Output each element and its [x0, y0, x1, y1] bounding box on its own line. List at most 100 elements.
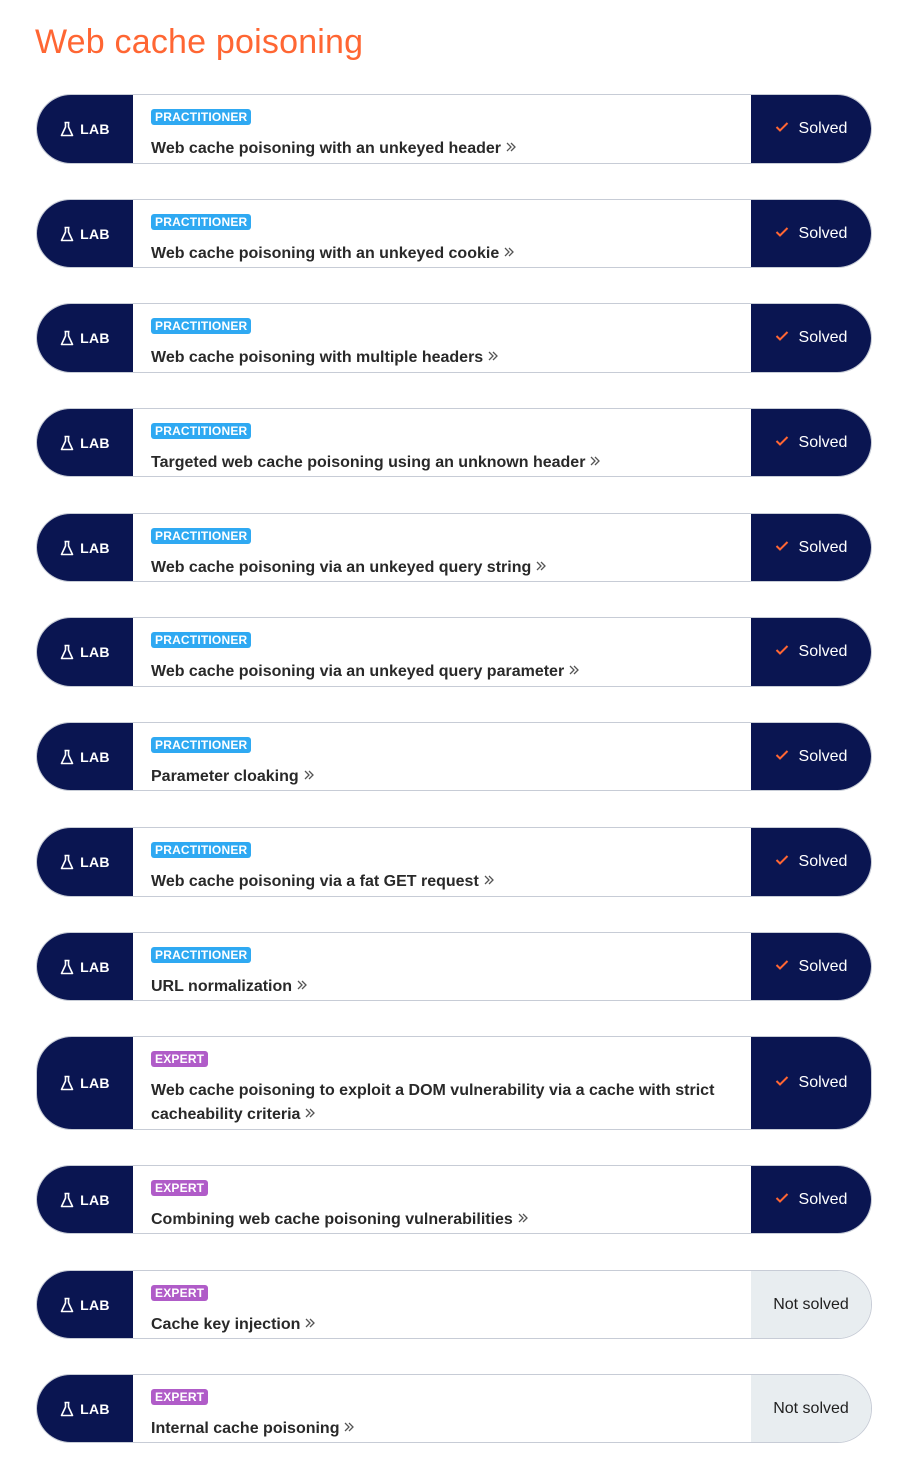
flask-icon — [60, 435, 74, 451]
status-label: Solved — [798, 643, 848, 660]
double-chevron-right-icon[interactable] — [304, 1103, 316, 1127]
lab-title-wrap: Cache key injection — [151, 1313, 733, 1337]
level-tag: EXPERT — [151, 1051, 209, 1067]
double-chevron-right-icon[interactable] — [296, 975, 308, 999]
level-tag: PRACTITIONER — [151, 947, 252, 963]
lab-badge: LAB — [37, 1166, 133, 1233]
lab-row: LAB PRACTITIONER Web cache poisoning wit… — [36, 199, 872, 268]
lab-badge-label: LAB — [80, 225, 110, 242]
status-label: Solved — [798, 853, 848, 870]
double-chevron-right-icon[interactable] — [487, 346, 499, 370]
lab-badge: LAB — [37, 95, 133, 163]
status-not-solved: Not solved — [751, 1271, 871, 1338]
lab-title-wrap: Parameter cloaking — [151, 765, 733, 789]
double-chevron-right-icon[interactable] — [503, 242, 515, 266]
flask-icon — [60, 854, 74, 870]
flask-icon — [60, 226, 74, 242]
checkmark-icon — [775, 958, 789, 976]
lab-body: EXPERT Internal cache poisoning — [133, 1375, 751, 1442]
lab-title-wrap: Web cache poisoning via a fat GET reques… — [151, 870, 733, 894]
lab-badge: LAB — [37, 933, 133, 1000]
level-tag: PRACTITIONER — [151, 842, 252, 858]
lab-badge: LAB — [37, 200, 133, 267]
lab-badge-label: LAB — [80, 644, 110, 660]
status-solved: Solved — [751, 1166, 871, 1233]
lab-body: PRACTITIONER Parameter cloaking — [133, 723, 751, 790]
lab-title-link[interactable]: Web cache poisoning with an unkeyed head… — [151, 140, 501, 157]
lab-title-link[interactable]: Combining web cache poisoning vulnerabil… — [151, 1211, 513, 1228]
double-chevron-right-icon[interactable] — [304, 1313, 316, 1337]
lab-row: LAB EXPERT Web cache poisoning to exploi… — [36, 1036, 872, 1130]
lab-row: LAB EXPERT Internal cache poisoning Not … — [36, 1374, 872, 1443]
lab-title-wrap: Web cache poisoning via an unkeyed query… — [151, 660, 733, 684]
lab-row: LAB PRACTITIONER Web cache poisoning via… — [36, 827, 872, 897]
level-tag: PRACTITIONER — [151, 632, 252, 648]
lab-badge-label: LAB — [80, 434, 110, 451]
checkmark-icon — [775, 748, 789, 766]
lab-badge: LAB — [37, 1037, 133, 1129]
lab-body: PRACTITIONER Targeted web cache poisonin… — [133, 409, 751, 476]
lab-body: PRACTITIONER URL normalization — [133, 933, 751, 1000]
lab-title-link[interactable]: Web cache poisoning via an unkeyed query… — [151, 559, 531, 576]
flask-icon — [60, 540, 74, 556]
lab-badge: LAB — [37, 1271, 133, 1338]
flask-icon — [60, 749, 74, 765]
flask-icon — [60, 330, 74, 346]
double-chevron-right-icon[interactable] — [568, 660, 580, 684]
status-solved: Solved — [751, 95, 871, 163]
double-chevron-right-icon[interactable] — [303, 765, 315, 789]
double-chevron-right-icon[interactable] — [505, 137, 517, 161]
lab-badge-label: LAB — [80, 1296, 110, 1313]
lab-row: LAB EXPERT Cache key injection Not solve… — [36, 1270, 872, 1339]
flask-icon — [60, 644, 74, 660]
status-label: Solved — [798, 224, 848, 242]
double-chevron-right-icon[interactable] — [483, 870, 495, 894]
lab-title-wrap: Web cache poisoning via an unkeyed query… — [151, 556, 733, 580]
lab-title-link[interactable]: Web cache poisoning via an unkeyed query… — [151, 663, 564, 680]
double-chevron-right-icon[interactable] — [589, 451, 601, 475]
flask-icon — [60, 1192, 74, 1208]
checkmark-icon — [775, 1191, 789, 1209]
status-label: Solved — [798, 747, 848, 765]
lab-badge-label: LAB — [80, 1075, 110, 1091]
lab-title-wrap: Web cache poisoning with an unkeyed head… — [151, 137, 733, 161]
lab-row: LAB PRACTITIONER Web cache poisoning via… — [36, 513, 872, 582]
lab-title-link[interactable]: Web cache poisoning with multiple header… — [151, 349, 483, 366]
lab-title-link[interactable]: Web cache poisoning via a fat GET reques… — [151, 873, 479, 890]
lab-title-link[interactable]: Cache key injection — [151, 1316, 300, 1333]
lab-body: PRACTITIONER Web cache poisoning with an… — [133, 200, 751, 267]
double-chevron-right-icon[interactable] — [343, 1417, 355, 1441]
lab-badge: LAB — [37, 723, 133, 790]
status-label: Solved — [798, 1190, 848, 1208]
lab-title-wrap: Web cache poisoning to exploit a DOM vul… — [151, 1079, 733, 1127]
lab-body: EXPERT Cache key injection — [133, 1271, 751, 1338]
lab-row: LAB PRACTITIONER Targeted web cache pois… — [36, 408, 872, 477]
flask-icon — [60, 1075, 74, 1091]
double-chevron-right-icon[interactable] — [517, 1208, 529, 1232]
level-tag: PRACTITIONER — [151, 318, 252, 334]
lab-row: LAB PRACTITIONER Web cache poisoning wit… — [36, 303, 872, 373]
lab-title-link[interactable]: Internal cache poisoning — [151, 1420, 339, 1437]
lab-badge-label: LAB — [80, 854, 110, 870]
lab-title-link[interactable]: Web cache poisoning with an unkeyed cook… — [151, 245, 499, 262]
checkmark-icon — [775, 1074, 789, 1092]
double-chevron-right-icon[interactable] — [535, 556, 547, 580]
lab-title-link[interactable]: Parameter cloaking — [151, 768, 299, 785]
lab-badge: LAB — [37, 1375, 133, 1442]
checkmark-icon — [775, 120, 789, 138]
lab-body: PRACTITIONER Web cache poisoning with an… — [133, 95, 751, 163]
lab-badge: LAB — [37, 828, 133, 896]
lab-title-wrap: Combining web cache poisoning vulnerabil… — [151, 1208, 733, 1232]
status-solved: Solved — [751, 304, 871, 372]
lab-title-link[interactable]: Web cache poisoning to exploit a DOM vul… — [151, 1082, 714, 1123]
status-solved: Solved — [751, 514, 871, 581]
lab-badge-label: LAB — [80, 330, 110, 346]
lab-badge: LAB — [37, 618, 133, 686]
lab-row: LAB PRACTITIONER Web cache poisoning via… — [36, 617, 872, 687]
level-tag: PRACTITIONER — [151, 423, 252, 439]
lab-list: LAB PRACTITIONER Web cache poisoning wit… — [36, 94, 872, 1443]
lab-title-link[interactable]: URL normalization — [151, 978, 292, 995]
status-solved: Solved — [751, 618, 871, 686]
lab-badge: LAB — [37, 304, 133, 372]
lab-title-link[interactable]: Targeted web cache poisoning using an un… — [151, 454, 585, 471]
